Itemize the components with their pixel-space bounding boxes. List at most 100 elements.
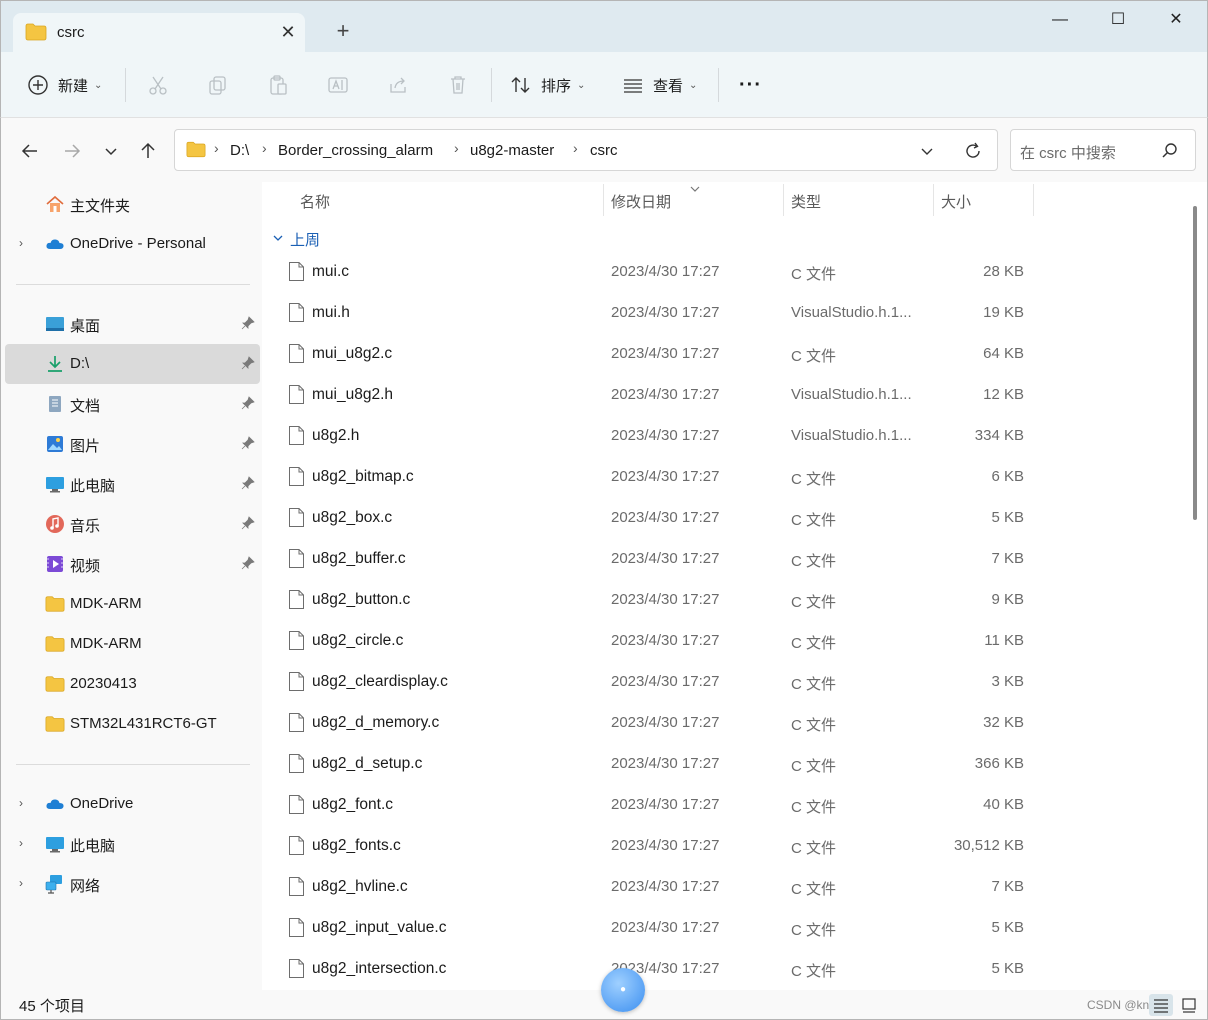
file-size: 11 KB [984,632,1024,649]
breadcrumb-library[interactable]: u8g2-master [470,142,554,159]
table-row[interactable]: u8g2_fonts.c 2023/4/30 17:27 C 文件 30,512 KB [262,826,1192,867]
sidebar-item-desktop[interactable]: 桌面 [5,304,260,344]
copy-icon[interactable] [207,74,229,96]
breadcrumb-separator-icon[interactable]: › [454,140,459,156]
chevron-right-icon[interactable]: › [19,836,23,850]
table-row[interactable]: mui.h 2023/4/30 17:27 VisualStudio.h.1... 1… [262,293,1192,334]
back-button[interactable] [17,138,43,164]
column-divider[interactable] [603,184,604,216]
pin-icon[interactable] [241,556,255,570]
floating-assistant-ball[interactable]: ● [601,968,645,1012]
sidebar-item-mdk-arm-2[interactable]: MDK-ARM [5,624,260,664]
pin-icon[interactable] [241,516,255,530]
file-size: 3 KB [991,673,1024,690]
chevron-right-icon[interactable]: › [19,236,23,250]
sidebar-item-label: OneDrive - Personal [70,235,206,252]
share-icon[interactable] [387,74,409,96]
sort-button[interactable]: 排序 ⌄ [510,68,585,102]
new-tab-button[interactable]: + [331,19,355,43]
details-view-button[interactable] [1149,994,1173,1016]
sidebar-item-mdk-arm-1[interactable]: MDK-ARM [5,584,260,624]
breadcrumb-current[interactable]: csrc [590,142,618,159]
table-row[interactable]: u8g2_hvline.c 2023/4/30 17:27 C 文件 7 KB [262,867,1192,908]
file-name: u8g2_input_value.c [312,919,447,936]
up-button[interactable] [135,138,161,164]
address-history-chevron-icon[interactable] [919,143,935,163]
new-button[interactable]: 新建 ⌄ [27,68,102,102]
view-button[interactable]: 查看 ⌄ [622,68,697,102]
file-date: 2023/4/30 17:27 [611,591,720,608]
table-row[interactable]: u8g2.h 2023/4/30 17:27 VisualStudio.h.1...… [262,416,1192,457]
column-header-size[interactable]: 大小 [941,191,971,212]
chevron-down-icon: ⌄ [689,79,698,91]
table-row[interactable]: u8g2_input_value.c 2023/4/30 17:27 C 文件 5 K… [262,908,1192,949]
table-row[interactable]: u8g2_circle.c 2023/4/30 17:27 C 文件 11 KB [262,621,1192,662]
delete-icon[interactable] [447,74,469,96]
search-box[interactable]: 在 csrc 中搜索 [1010,129,1196,171]
column-header-name[interactable]: 名称 [300,191,330,212]
file-date: 2023/4/30 17:27 [611,509,720,526]
pin-icon[interactable] [241,316,255,330]
chevron-right-icon[interactable]: › [19,796,23,810]
table-row[interactable]: u8g2_cleardisplay.c 2023/4/30 17:27 C 文件 3 … [262,662,1192,703]
column-divider[interactable] [1033,184,1034,216]
column-divider[interactable] [933,184,934,216]
paste-icon[interactable] [267,74,289,96]
column-header-type[interactable]: 类型 [791,191,821,212]
pin-icon[interactable] [241,396,255,410]
file-size: 64 KB [983,345,1024,362]
forward-button[interactable] [59,138,85,164]
address-bar[interactable]: › D:\ › Border_crossing_alarm › u8g2-mas… [174,129,998,171]
sidebar-item-20230413[interactable]: 20230413 [5,664,260,704]
cut-icon[interactable] [147,74,169,96]
table-row[interactable]: u8g2_button.c 2023/4/30 17:27 C 文件 9 KB [262,580,1192,621]
sidebar-item-label: STM32L431RCT6-GT [70,715,217,732]
pin-icon[interactable] [241,436,255,450]
table-row[interactable]: u8g2_box.c 2023/4/30 17:27 C 文件 5 KB [262,498,1192,539]
table-row[interactable]: u8g2_intersection.c 2023/4/30 17:27 C 文件 5 … [262,949,1192,990]
monitor-icon [45,474,65,494]
sidebar-item-network[interactable]: › 网络 [5,864,260,904]
tab-close-icon[interactable]: ✕ [277,21,299,43]
maximize-button[interactable]: ☐ [1089,1,1147,39]
recent-locations-button[interactable] [98,138,124,164]
sidebar-item-this-pc-tree[interactable]: › 此电脑 [5,824,260,864]
sidebar-item-pictures[interactable]: 图片 [5,424,260,464]
close-window-button[interactable]: ✕ [1147,1,1205,39]
sidebar-item-stm32[interactable]: STM32L431RCT6-GT [5,704,260,744]
table-row[interactable]: mui.c 2023/4/30 17:27 C 文件 28 KB [262,252,1192,293]
breadcrumb-separator-icon[interactable]: › [262,140,267,156]
table-row[interactable]: u8g2_d_memory.c 2023/4/30 17:27 C 文件 32 KB [262,703,1192,744]
sidebar-item-home[interactable]: 主文件夹 [5,184,260,224]
sidebar-item-music[interactable]: 音乐 [5,504,260,544]
breadcrumb-project[interactable]: Border_crossing_alarm [278,142,433,159]
column-divider[interactable] [783,184,784,216]
column-header-date[interactable]: 修改日期 [611,191,671,212]
refresh-icon[interactable] [963,141,983,165]
rename-icon[interactable] [327,74,349,96]
sidebar-item-onedrive[interactable]: › OneDrive [5,784,260,824]
sidebar-item-drive-d[interactable]: D:\ [5,344,260,384]
table-row[interactable]: u8g2_buffer.c 2023/4/30 17:27 C 文件 7 KB [262,539,1192,580]
sidebar-item-videos[interactable]: 视频 [5,544,260,584]
more-options-button[interactable]: ··· [739,68,762,102]
pin-icon[interactable] [241,476,255,490]
tab-csrc[interactable]: csrc ✕ [13,13,305,53]
scrollbar-thumb[interactable] [1193,206,1197,520]
file-icon [288,753,305,774]
breadcrumb-separator-icon[interactable]: › [573,140,578,156]
search-icon[interactable] [1161,142,1179,164]
breadcrumb-drive[interactable]: D:\ [230,142,249,159]
table-row[interactable]: u8g2_font.c 2023/4/30 17:27 C 文件 40 KB [262,785,1192,826]
table-row[interactable]: u8g2_d_setup.c 2023/4/30 17:27 C 文件 366 KB [262,744,1192,785]
minimize-button[interactable]: — [1031,1,1089,39]
table-row[interactable]: mui_u8g2.c 2023/4/30 17:27 C 文件 64 KB [262,334,1192,375]
thumbnail-view-button[interactable] [1177,994,1201,1016]
sidebar-item-documents[interactable]: 文档 [5,384,260,424]
sidebar-item-this-pc[interactable]: 此电脑 [5,464,260,504]
table-row[interactable]: mui_u8g2.h 2023/4/30 17:27 VisualStudio.h.… [262,375,1192,416]
table-row[interactable]: u8g2_bitmap.c 2023/4/30 17:27 C 文件 6 KB [262,457,1192,498]
chevron-right-icon[interactable]: › [19,876,23,890]
pin-icon[interactable] [241,356,255,370]
sidebar-item-onedrive-personal[interactable]: › OneDrive - Personal [5,224,260,264]
